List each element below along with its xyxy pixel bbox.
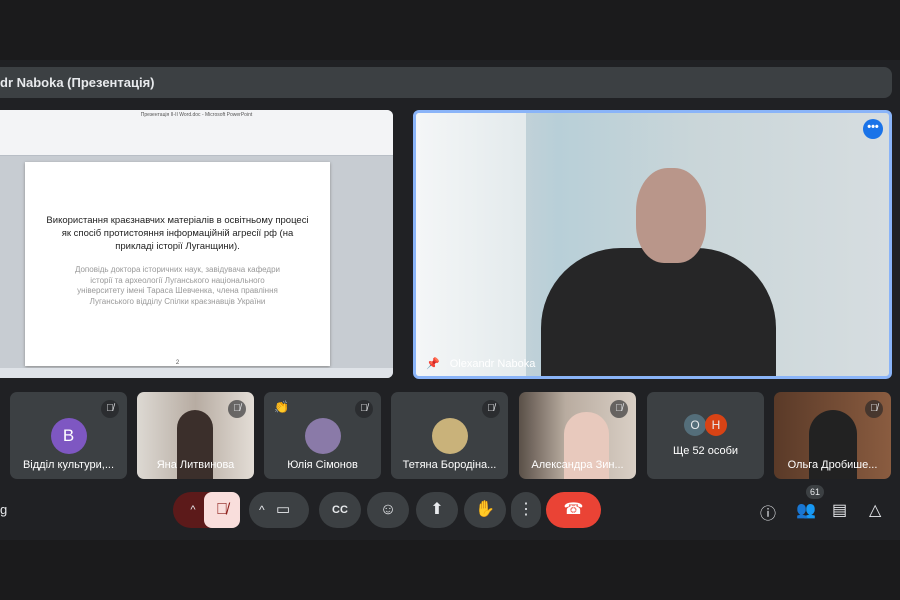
participant-tile[interactable]: 🎙̸ Ольга Дробише... xyxy=(774,392,891,479)
participant-tile[interactable]: 👏 🎙̸ Юлія Сімонов xyxy=(264,392,381,479)
window-background xyxy=(416,113,526,376)
info-icon[interactable]: ⓘ xyxy=(760,500,776,524)
more-participants-label: Ще 52 особи xyxy=(672,445,739,457)
word-ribbon: Презентація ІІ-ІІ Word.doc - Microsoft P… xyxy=(0,110,393,156)
participant-name: Александра Зин... xyxy=(531,459,624,471)
pin-icon[interactable]: 📌 xyxy=(426,357,440,370)
participant-name: Тетяна Бородіна... xyxy=(402,459,497,471)
present-button[interactable]: ⬆ xyxy=(416,492,458,528)
activities-icon[interactable]: △ xyxy=(869,500,881,520)
participant-name: Ольга Дробише... xyxy=(787,459,878,471)
chat-icon[interactable]: ▤ xyxy=(832,500,847,520)
people-count-badge: 61 xyxy=(806,485,824,499)
presentation-title: dr Naboka (Презентація) xyxy=(0,75,155,90)
avatar: Н xyxy=(705,414,727,436)
mic-off-icon: 🎙̸ xyxy=(355,400,373,418)
participant-name: Яна Литвинова xyxy=(156,459,235,471)
participant-tile[interactable]: 🎙̸ Александра Зин... xyxy=(519,392,636,479)
speaker-name-label: 📌 Olexandr Naboka xyxy=(426,357,536,371)
more-options-button[interactable]: ⋮ xyxy=(511,492,541,528)
speaker-name: Olexandr Naboka xyxy=(449,357,536,370)
captions-button[interactable]: CC xyxy=(319,492,361,528)
page-number: 2 xyxy=(175,360,180,366)
slide-page: Використання краєзнавчих матеріалів в ос… xyxy=(25,162,330,366)
slide-subtitle: Доповідь доктора історичних наук, завіду… xyxy=(74,265,281,306)
presentation-tile[interactable]: Презентація ІІ-ІІ Word.doc - Microsoft P… xyxy=(0,110,393,378)
mic-off-icon: 🎙̸ xyxy=(482,400,500,418)
slide-title: Використання краєзнавчих матеріалів в ос… xyxy=(46,215,309,252)
participant-tile[interactable]: 🎙̸ В Відділ культури,... xyxy=(10,392,127,479)
mic-off-icon: 🎙̸ xyxy=(101,400,119,418)
emoji-button[interactable]: ☺ xyxy=(367,492,409,528)
avatar xyxy=(304,418,341,454)
speaker-video xyxy=(541,163,776,376)
mic-off-icon: 🎙̸ xyxy=(865,400,883,418)
raise-hand-button[interactable]: ✋ xyxy=(464,492,506,528)
mic-off-icon: 🎙̸ xyxy=(228,400,246,418)
participant-name: Відділ культури,... xyxy=(22,459,115,471)
raised-hand-icon: 👏 xyxy=(274,400,289,414)
status-bar xyxy=(0,368,393,378)
participant-name: Юлія Сімонов xyxy=(287,459,358,471)
people-icon[interactable]: 👥 xyxy=(796,500,816,520)
mic-off-icon: 🎙̸ xyxy=(610,400,628,418)
mic-toggle-button[interactable]: 🎙̸ xyxy=(204,492,240,528)
speaker-video-tile[interactable]: ••• 📌 Olexandr Naboka xyxy=(413,110,892,379)
participant-tile[interactable]: 🎙̸ Яна Литвинова xyxy=(137,392,254,479)
participant-tile[interactable]: 🎙̸ Тетяна Бородіна... xyxy=(391,392,508,479)
participant-tile[interactable]: О Н Ще 52 особи xyxy=(647,392,764,479)
avatar: О xyxy=(684,414,706,436)
more-options-icon[interactable]: ••• xyxy=(863,119,883,139)
video-options-button[interactable]: ^ ▭ xyxy=(249,492,309,528)
window-title: Презентація ІІ-ІІ Word.doc - Microsoft P… xyxy=(140,112,253,118)
meeting-code: g xyxy=(0,502,8,517)
camera-icon[interactable]: ▭ xyxy=(276,501,290,518)
avatar: В xyxy=(50,418,87,454)
end-call-button[interactable]: ☎ xyxy=(546,492,601,528)
avatar xyxy=(431,418,468,454)
presentation-title-bar: dr Naboka (Презентація) xyxy=(0,67,892,98)
